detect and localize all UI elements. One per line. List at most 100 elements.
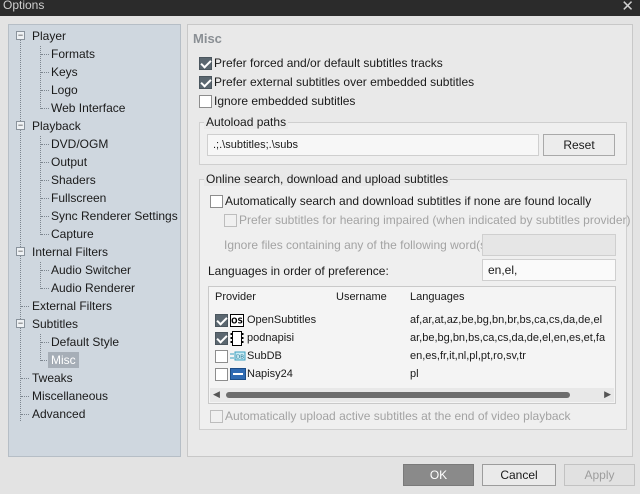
column-header-languages[interactable]: Languages [410, 291, 464, 303]
tree-item-misc[interactable]: Misc [48, 351, 79, 369]
collapse-icon[interactable]: − [16, 319, 25, 328]
ignore-embedded-checkbox[interactable] [199, 95, 212, 108]
tree-connector [40, 262, 41, 289]
tree-item-label: Audio Switcher [51, 263, 132, 277]
ignore-words-input[interactable] [482, 234, 616, 256]
tree-connector [41, 216, 49, 217]
provider-checkbox[interactable] [215, 350, 228, 363]
auto-upload-checkbox[interactable] [210, 410, 223, 423]
title-bar: Options ✕ [0, 0, 640, 16]
svg-text:DB: DB [236, 355, 244, 361]
tree-item-label: Miscellaneous [32, 389, 109, 403]
collapse-icon[interactable]: − [16, 247, 25, 256]
tree-item-sync-renderer-settings[interactable]: Sync Renderer Settings [51, 207, 178, 225]
tree-item-audio-switcher[interactable]: Audio Switcher [51, 261, 131, 279]
tree-connector [41, 90, 49, 91]
tree-item-advanced[interactable]: Advanced [32, 405, 85, 423]
prefer-external-checkbox[interactable] [199, 76, 212, 89]
languages-input[interactable]: en,el, [482, 259, 616, 281]
collapse-icon[interactable]: − [16, 121, 25, 130]
autoload-group-title: Autoload paths [204, 115, 289, 129]
provider-checkbox[interactable] [215, 332, 228, 345]
tree-item-player[interactable]: Player [32, 27, 66, 45]
scrollbar-thumb[interactable] [226, 392, 570, 398]
tree-item-tweaks[interactable]: Tweaks [32, 369, 73, 387]
provider-list[interactable]: Provider Username Languages OS OpenSubti… [208, 286, 616, 404]
close-icon[interactable]: ✕ [621, 0, 634, 15]
tree-connector [41, 342, 49, 343]
opensubtitles-icon: OS [230, 314, 244, 327]
tree-item-label: Audio Renderer [51, 281, 136, 295]
tree-item-label: Subtitles [32, 317, 79, 331]
tree-connector [21, 396, 29, 397]
ignore-embedded-label: Ignore embedded subtitles [214, 94, 356, 108]
prefer-forced-label: Prefer forced and/or default subtitles t… [214, 56, 443, 70]
tree-connector [41, 198, 49, 199]
tree-item-label: Logo [51, 83, 78, 97]
provider-name: SubDB [247, 350, 282, 362]
provider-checkbox[interactable] [215, 314, 228, 327]
tree-item-external-filters[interactable]: External Filters [32, 297, 112, 315]
online-search-group-title: Online search, download and upload subti… [204, 172, 451, 186]
tree-item-audio-renderer[interactable]: Audio Renderer [51, 279, 135, 297]
ignore-words-label: Ignore files containing any of the follo… [224, 238, 494, 252]
provider-checkbox[interactable] [215, 368, 228, 381]
napisy24-icon [230, 368, 246, 380]
hearing-impaired-checkbox[interactable] [224, 214, 237, 227]
tree-item-output[interactable]: Output [51, 153, 87, 171]
tree-connector [41, 72, 49, 73]
auto-search-label: Automatically search and download subtit… [225, 194, 592, 208]
languages-label: Languages in order of preference: [208, 264, 389, 278]
scroll-right-icon[interactable]: ▶ [604, 389, 611, 400]
collapse-icon[interactable]: − [16, 31, 25, 40]
tree-item-label: Sync Renderer Settings [51, 209, 178, 223]
hearing-impaired-label: Prefer subtitles for hearing impaired (w… [239, 213, 631, 227]
podnapisi-icon [230, 331, 244, 346]
tree-item-playback[interactable]: Playback [32, 117, 81, 135]
tree-item-web-interface[interactable]: Web Interface [51, 99, 125, 117]
reset-button[interactable]: Reset [543, 134, 615, 156]
tree-connector [41, 162, 49, 163]
column-header-provider[interactable]: Provider [215, 291, 256, 303]
tree-item-formats[interactable]: Formats [51, 45, 95, 63]
auto-search-checkbox[interactable] [210, 195, 223, 208]
tree-item-label: Player [32, 29, 67, 43]
tree-item-label: Capture [51, 227, 94, 241]
prefer-forced-checkbox[interactable] [199, 57, 212, 70]
tree-item-dvd-ogm[interactable]: DVD/OGM [51, 135, 108, 153]
tree-connector [41, 144, 49, 145]
tree-item-shaders[interactable]: Shaders [51, 171, 96, 189]
tree-item-capture[interactable]: Capture [51, 225, 94, 243]
tree-connector [40, 136, 41, 235]
provider-languages: ar,be,bg,bn,bs,ca,cs,da,de,el,en,es,et,f… [410, 332, 606, 344]
misc-panel: Misc Prefer forced and/or default subtit… [187, 24, 633, 457]
cancel-button[interactable]: Cancel [482, 464, 556, 486]
tree-item-label: Formats [51, 47, 96, 61]
options-tree[interactable]: − − − − Player Formats Keys Logo Web Int… [8, 24, 181, 457]
apply-button[interactable]: Apply [564, 464, 635, 486]
tree-item-keys[interactable]: Keys [51, 63, 78, 81]
scroll-left-icon[interactable]: ◀ [213, 389, 220, 400]
tree-item-fullscreen[interactable]: Fullscreen [51, 189, 106, 207]
tree-connector [21, 378, 29, 379]
window-title: Options [3, 0, 45, 12]
tree-item-default-style[interactable]: Default Style [51, 333, 119, 351]
horizontal-scrollbar[interactable]: ◀ ▶ [210, 388, 614, 402]
tree-connector [41, 180, 49, 181]
auto-upload-label: Automatically upload active subtitles at… [225, 409, 571, 423]
tree-item-logo[interactable]: Logo [51, 81, 78, 99]
ok-button[interactable]: OK [403, 464, 474, 486]
svg-text:OS: OS [231, 317, 243, 326]
tree-connector [21, 414, 29, 415]
autoload-paths-input[interactable]: .;.\subtitles;.\subs [207, 134, 539, 156]
prefer-external-label: Prefer external subtitles over embedded … [214, 75, 475, 89]
tree-connector [21, 306, 29, 307]
tree-item-label: External Filters [32, 299, 113, 313]
tree-item-miscellaneous[interactable]: Miscellaneous [32, 387, 108, 405]
tree-item-label: Fullscreen [51, 191, 107, 205]
tree-item-subtitles[interactable]: Subtitles [32, 315, 78, 333]
tree-item-internal-filters[interactable]: Internal Filters [32, 243, 108, 261]
column-header-username[interactable]: Username [336, 291, 387, 303]
tree-connector [41, 108, 49, 109]
tree-connector [41, 234, 49, 235]
